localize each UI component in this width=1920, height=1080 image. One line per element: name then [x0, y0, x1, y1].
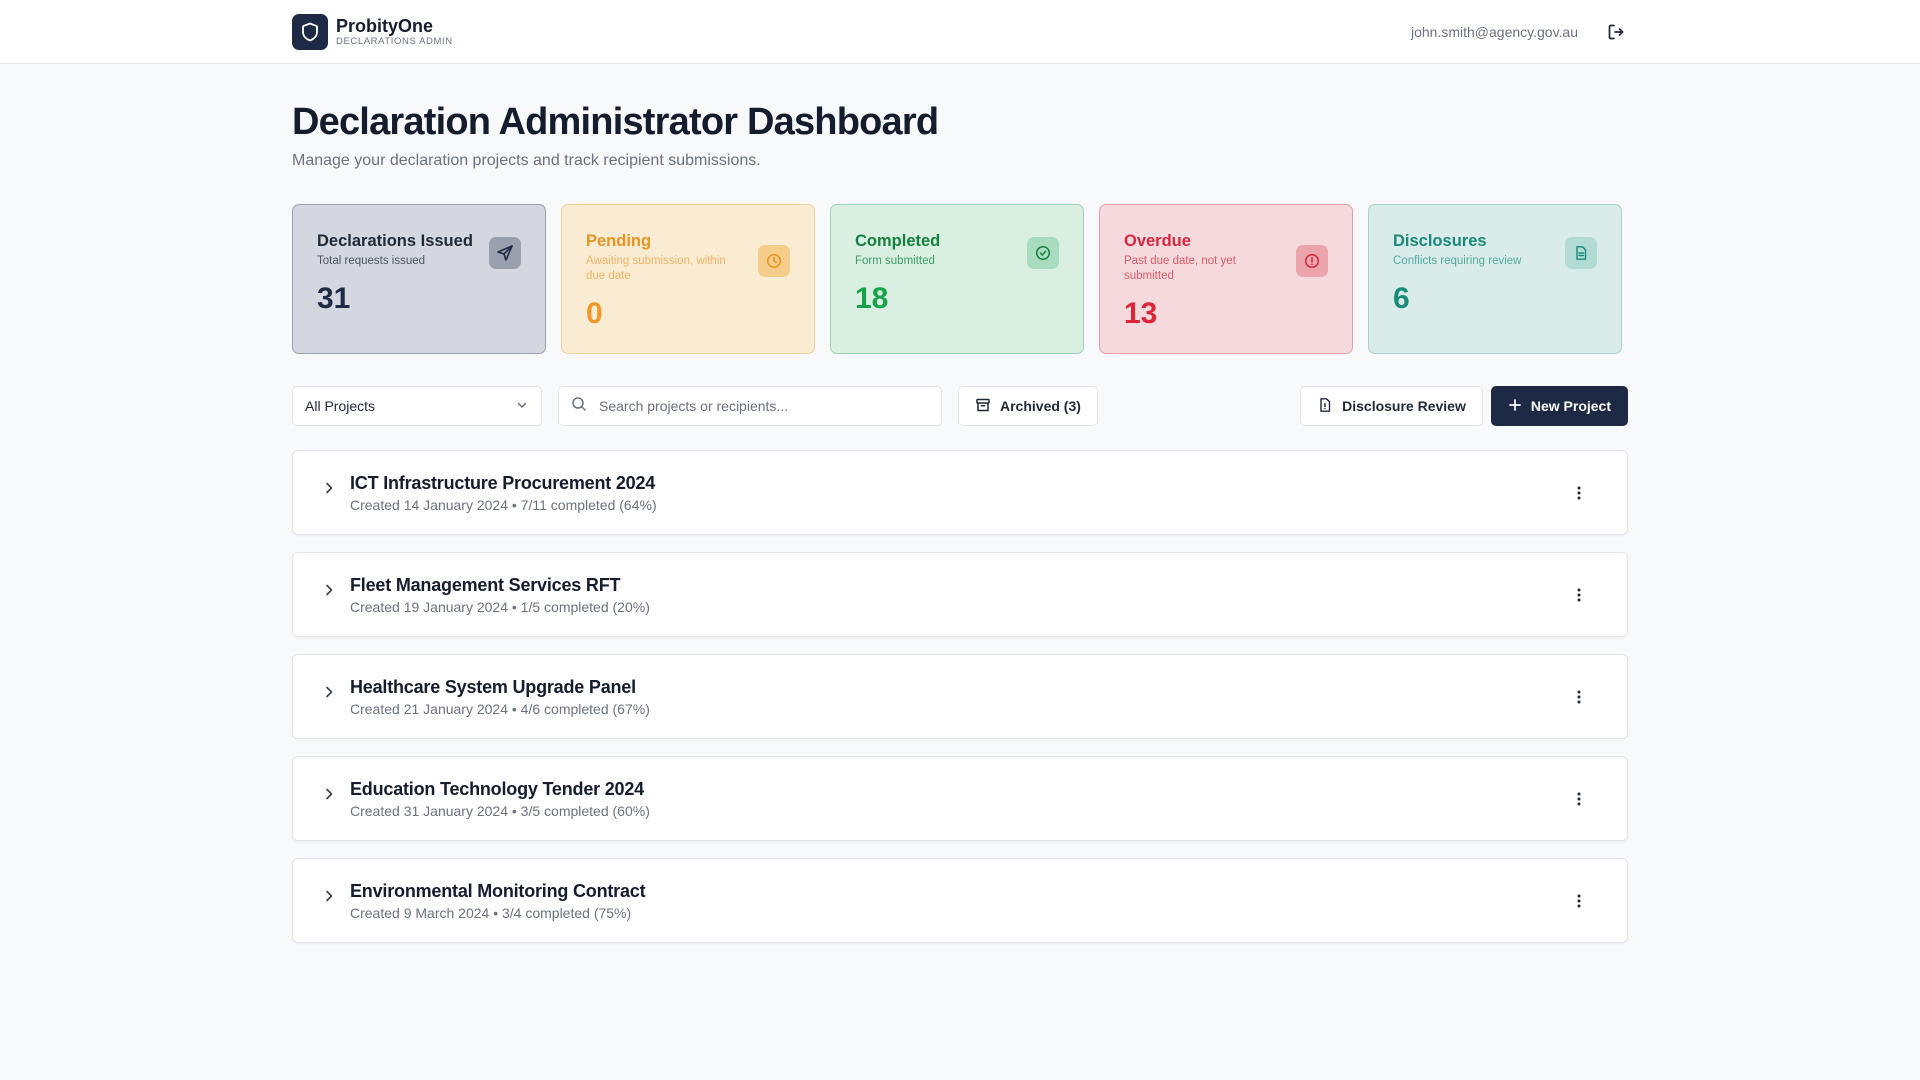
project-filter-select[interactable]: All Projects [292, 386, 542, 426]
project-row[interactable]: Environmental Monitoring Contract Create… [292, 858, 1628, 943]
page-subtitle: Manage your declaration projects and tra… [292, 152, 761, 169]
more-vertical-icon[interactable] [1569, 685, 1589, 709]
archived-button[interactable]: Archived (3) [958, 386, 1098, 426]
brand-subtitle: DECLARATIONS ADMIN [336, 35, 453, 47]
stat-card-pending[interactable]: Pending Awaiting submission, within due … [561, 204, 815, 354]
project-name: Education Technology Tender 2024 [350, 779, 644, 799]
project-list: ICT Infrastructure Procurement 2024 Crea… [292, 450, 1628, 943]
stat-description: Awaiting submission, within due date [586, 255, 726, 282]
plus-icon [1508, 398, 1522, 415]
project-meta: Created 19 January 2024 • 1/5 completed … [350, 599, 650, 615]
project-meta: Created 31 January 2024 • 3/5 completed … [350, 803, 650, 819]
chevron-right-icon[interactable] [319, 784, 339, 804]
stat-card-completed[interactable]: Completed Form submitted 18 [830, 204, 1084, 354]
project-meta: Created 14 January 2024 • 7/11 completed… [350, 497, 657, 513]
chevron-right-icon[interactable] [319, 580, 339, 600]
stat-description: Total requests issued [317, 255, 426, 267]
check-circle-icon [1027, 237, 1059, 269]
project-meta: Created 21 January 2024 • 4/6 completed … [350, 701, 650, 717]
main-content: Declaration Administrator Dashboard Mana… [0, 98, 1920, 943]
project-name: Fleet Management Services RFT [350, 575, 621, 595]
archived-button-label: Archived (3) [1000, 398, 1081, 414]
clock-icon [758, 245, 790, 277]
chevron-right-icon[interactable] [319, 682, 339, 702]
disclosure-review-label: Disclosure Review [1342, 398, 1466, 414]
user-email: john.smith@agency.gov.au [1410, 23, 1578, 40]
new-project-button[interactable]: New Project [1490, 386, 1628, 426]
file-icon [1565, 237, 1597, 269]
project-row[interactable]: Fleet Management Services RFT Created 19… [292, 552, 1628, 637]
stat-description: Form submitted [855, 255, 935, 267]
more-vertical-icon[interactable] [1569, 481, 1589, 505]
stat-description: Conflicts requiring review [1393, 255, 1522, 267]
chevron-right-icon[interactable] [319, 886, 339, 906]
toolbar: All Projects Archived (3) Disclosure Rev… [292, 386, 1628, 426]
brand-name: ProbityOne [336, 15, 434, 36]
project-row[interactable]: ICT Infrastructure Procurement 2024 Crea… [292, 450, 1628, 535]
top-bar: ProbityOne DECLARATIONS ADMIN john.smith… [0, 0, 1920, 64]
new-project-label: New Project [1530, 398, 1611, 414]
stats-row: Declarations Issued Total requests issue… [292, 204, 1628, 354]
more-vertical-icon[interactable] [1569, 889, 1589, 913]
alert-circle-icon [1296, 245, 1328, 277]
disclosure-review-button[interactable]: Disclosure Review [1300, 386, 1483, 426]
stat-value: 13 [1124, 297, 1158, 330]
search-field[interactable] [558, 386, 942, 426]
file-alert-icon [1317, 397, 1333, 416]
shield-icon [292, 13, 328, 50]
project-row[interactable]: Healthcare System Upgrade Panel Created … [292, 654, 1628, 739]
search-input[interactable] [599, 398, 919, 414]
stat-value: 6 [1393, 282, 1410, 315]
brand[interactable]: ProbityOne DECLARATIONS ADMIN [292, 13, 453, 50]
project-name: Environmental Monitoring Contract [350, 881, 646, 901]
more-vertical-icon[interactable] [1569, 787, 1589, 811]
stat-card-declarations-issued[interactable]: Declarations Issued Total requests issue… [292, 204, 546, 354]
project-name: Healthcare System Upgrade Panel [350, 677, 636, 697]
logout-icon[interactable] [1604, 20, 1628, 44]
project-name: ICT Infrastructure Procurement 2024 [350, 473, 656, 493]
stat-value: 18 [855, 282, 889, 315]
page-title: Declaration Administrator Dashboard [292, 101, 939, 143]
chevron-right-icon[interactable] [319, 478, 339, 498]
stat-card-disclosures[interactable]: Disclosures Conflicts requiring review 6 [1368, 204, 1622, 354]
stat-card-overdue[interactable]: Overdue Past due date, not yet submitted… [1099, 204, 1353, 354]
project-row[interactable]: Education Technology Tender 2024 Created… [292, 756, 1628, 841]
search-icon [571, 396, 587, 417]
project-filter-value: All Projects [305, 398, 376, 414]
send-icon [489, 237, 521, 269]
stat-description: Past due date, not yet submitted [1124, 255, 1236, 282]
more-vertical-icon[interactable] [1569, 583, 1589, 607]
stat-value: 31 [317, 282, 351, 315]
archive-icon [975, 397, 991, 416]
stat-value: 0 [586, 297, 603, 330]
project-meta: Created 9 March 2024 • 3/4 completed (75… [350, 905, 632, 921]
chevron-down-icon [515, 398, 529, 415]
